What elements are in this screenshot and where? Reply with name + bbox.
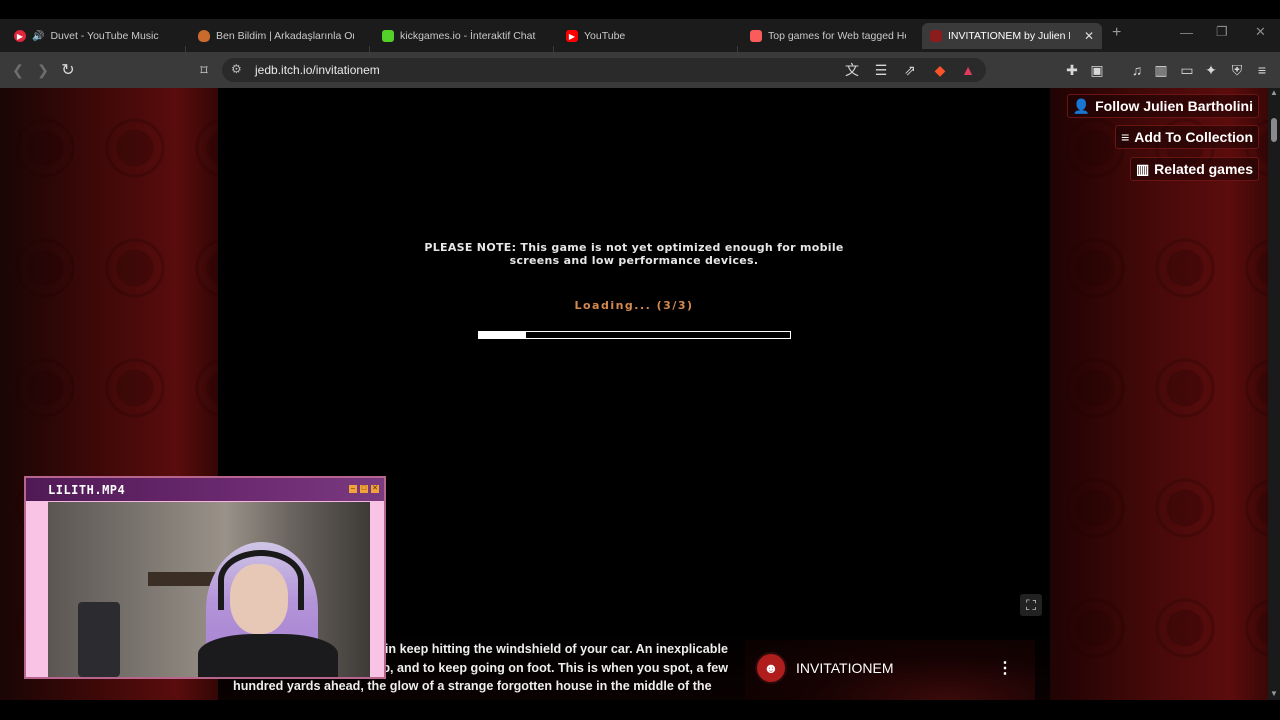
- webcam-close-icon: ✕: [371, 485, 379, 493]
- bookmark-icon[interactable]: ⌑: [194, 60, 214, 80]
- itchio-icon: [750, 30, 762, 42]
- translate-icon[interactable]: 文: [842, 60, 862, 80]
- scroll-down-icon[interactable]: ▼: [1270, 689, 1278, 698]
- restore-icon[interactable]: ❐: [1216, 24, 1228, 40]
- sidebar-icon[interactable]: ▥: [1151, 60, 1171, 80]
- webcam-frame-left: [26, 501, 48, 677]
- loading-progress-bar: [478, 331, 791, 339]
- kickgames-icon: [382, 30, 394, 42]
- brave-shields-icon[interactable]: ◆: [930, 60, 950, 80]
- streamer-body: [198, 634, 338, 677]
- reader-mode-icon[interactable]: ☰: [871, 60, 891, 80]
- loading-text: Loading... (3/3): [574, 299, 694, 312]
- youtube-embed[interactable]: ☻ INVITATIONEM ⋮: [745, 640, 1035, 700]
- tab-ben-bildim[interactable]: Ben Bildim | Arkadaşlarınla Online: [190, 23, 362, 49]
- tab-invitationem[interactable]: INVITATIONEM by Julien Bartholini ✕: [922, 23, 1102, 49]
- back-icon[interactable]: ❮: [8, 60, 28, 80]
- mobile-warning-line: screens and low performance devices.: [509, 254, 759, 267]
- scroll-thumb[interactable]: [1271, 118, 1277, 142]
- tab-youtube[interactable]: ▶ YouTube: [558, 23, 736, 49]
- add-list-icon: ≡: [1121, 129, 1130, 145]
- headset: [218, 550, 304, 610]
- related-games-button[interactable]: ▥ Related games: [1129, 157, 1259, 181]
- tab-title: kickgames.io - İnteraktif Chat Oy: [400, 30, 538, 42]
- loading-progress-fill: [479, 332, 526, 338]
- tab-youtube-music[interactable]: ▶ 🔊 Duvet - YouTube Music: [6, 23, 184, 49]
- menu-icon[interactable]: ≡: [1252, 60, 1272, 80]
- share-icon[interactable]: ⇗: [900, 60, 920, 80]
- webcam-overlay: LILITH.MP4 – □ ✕: [24, 476, 386, 679]
- scroll-up-icon[interactable]: ▲: [1270, 88, 1278, 97]
- follow-label: Follow Julien Bartholini: [1095, 98, 1253, 114]
- tab-bar: ▶ 🔊 Duvet - YouTube Music Ben Bildim | A…: [0, 19, 1280, 62]
- tab-kickgames[interactable]: kickgames.io - İnteraktif Chat Oy: [374, 23, 546, 49]
- related-label: Related games: [1154, 161, 1253, 177]
- channel-avatar[interactable]: ☻: [755, 652, 787, 684]
- tab-title: INVITATIONEM by Julien Bartholini: [948, 30, 1070, 42]
- vpn-icon[interactable]: ⛨: [1227, 60, 1247, 80]
- leo-ai-icon[interactable]: ✦: [1201, 60, 1221, 80]
- close-tab-icon[interactable]: ✕: [1084, 29, 1094, 43]
- webcam-maximize-icon: □: [360, 485, 368, 493]
- tab-title: Top games for Web tagged Horror: [768, 30, 906, 42]
- youtube-music-icon: ▶: [14, 30, 26, 42]
- webcam-titlebar: LILITH.MP4 – □ ✕: [26, 478, 384, 501]
- extensions-icon[interactable]: ✚: [1062, 60, 1082, 80]
- add-to-collection-button[interactable]: ≡ Add To Collection: [1115, 125, 1259, 149]
- map-icon: ▥: [1135, 160, 1150, 177]
- add-collection-label: Add To Collection: [1134, 129, 1253, 145]
- tab-title: Duvet - YouTube Music: [50, 30, 159, 42]
- wallet-icon[interactable]: ▭: [1177, 60, 1197, 80]
- follow-button[interactable]: 👤 Follow Julien Bartholini: [1066, 94, 1259, 118]
- invitationem-icon: [930, 30, 942, 42]
- video-title[interactable]: INVITATIONEM: [796, 660, 893, 676]
- site-settings-icon[interactable]: ⚙: [231, 62, 242, 76]
- webcam-minimize-icon: –: [349, 485, 357, 493]
- webcam-frame-right: [370, 501, 384, 677]
- more-options-icon[interactable]: ⋮: [997, 658, 1013, 678]
- forward-icon[interactable]: ❯: [33, 60, 53, 80]
- webcam-title: LILITH.MP4: [48, 483, 126, 497]
- webcam-video: [48, 502, 370, 677]
- media-icon[interactable]: ♫: [1127, 60, 1147, 80]
- top-strip: [0, 0, 1280, 19]
- follow-user-icon: 👤: [1072, 97, 1091, 114]
- screenshot-icon[interactable]: ▣: [1087, 60, 1107, 80]
- toolbar: ❮ ❯ ↻ ⌑ ⚙ jedb.itch.io/invitationem 文 ☰ …: [0, 52, 1280, 88]
- minimize-icon[interactable]: —: [1180, 25, 1193, 40]
- page-scrollbar[interactable]: ▲ ▼: [1268, 88, 1280, 700]
- tab-itch-horror[interactable]: Top games for Web tagged Horror: [742, 23, 914, 49]
- tab-title: Ben Bildim | Arkadaşlarınla Online: [216, 30, 354, 42]
- brave-rewards-icon[interactable]: ▲: [958, 60, 978, 80]
- mobile-warning-line: PLEASE NOTE: This game is not yet optimi…: [424, 241, 844, 254]
- close-window-icon[interactable]: ✕: [1255, 24, 1266, 40]
- reload-icon[interactable]: ↻: [58, 60, 78, 80]
- url-text: jedb.itch.io/invitationem: [255, 63, 380, 77]
- description-line: hundred yards ahead, the glow of a stran…: [233, 679, 712, 693]
- audio-playing-icon[interactable]: 🔊: [32, 31, 44, 42]
- mobile-warning: PLEASE NOTE: This game is not yet optimi…: [218, 241, 1050, 267]
- youtube-icon: ▶: [566, 30, 578, 42]
- fullscreen-icon[interactable]: ⛶: [1020, 594, 1042, 616]
- flame-icon: [198, 30, 210, 42]
- tumbler-mug: [78, 602, 120, 677]
- tab-title: YouTube: [584, 30, 626, 42]
- address-bar[interactable]: ⚙ jedb.itch.io/invitationem 文 ☰ ⇗ ◆ ▲: [222, 58, 986, 82]
- new-tab-button[interactable]: +: [1112, 24, 1121, 42]
